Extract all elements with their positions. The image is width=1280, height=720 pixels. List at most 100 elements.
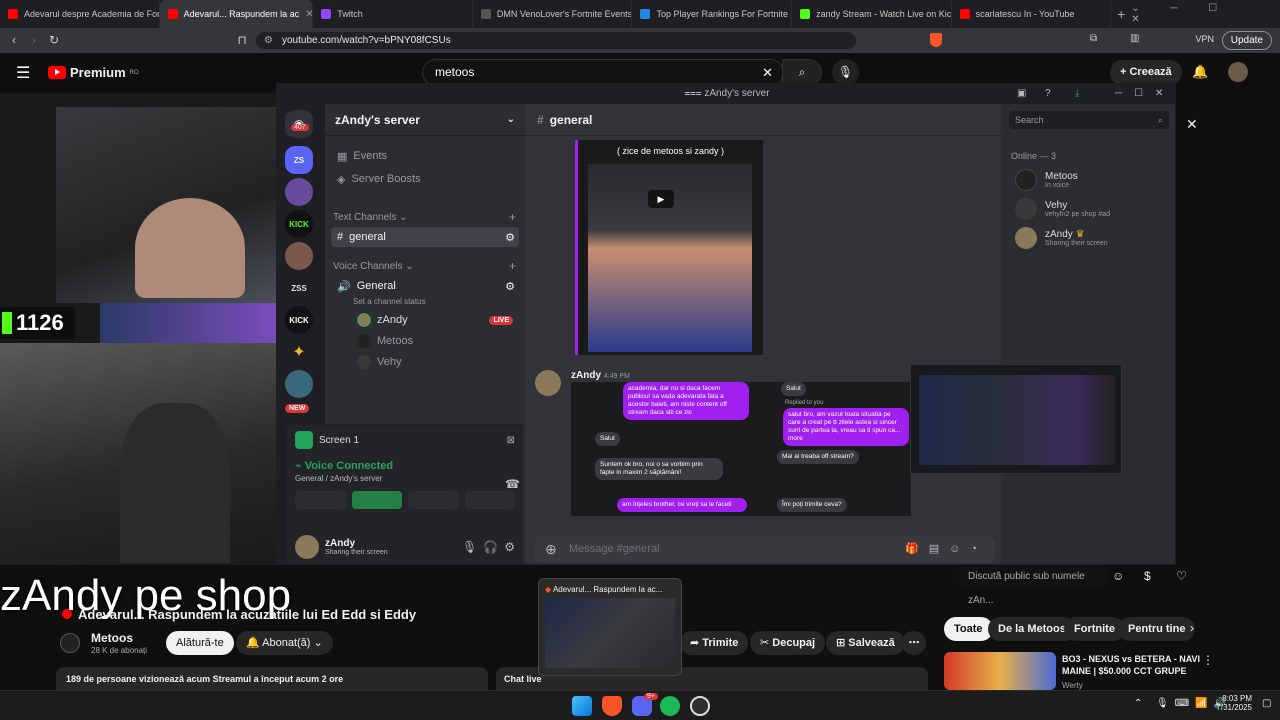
avatar[interactable] [1228, 62, 1248, 82]
attach-plus-icon[interactable]: ⊕ [545, 536, 557, 562]
server-kick-2[interactable]: KICK [285, 306, 313, 334]
add-voice-channel-icon[interactable]: + [509, 259, 516, 273]
channel-name[interactable]: Metoos [91, 631, 133, 645]
tab-5[interactable]: zandy Stream - Watch Live on Kick [792, 0, 952, 28]
recommendation-title[interactable]: BO3 - NEXUS vs BETERA - NAVI MAINE | $50… [1062, 653, 1202, 677]
share-button[interactable]: ➦ Trimite [680, 631, 749, 655]
search-button[interactable]: ⌕ [782, 59, 822, 86]
tab-1-active[interactable]: Adevarul... Raspundem la ac ✕ [159, 0, 314, 28]
voice-search-button[interactable]: 🎙 [832, 59, 859, 86]
screen-preview-popup[interactable] [910, 364, 1122, 474]
server-name-header[interactable]: zAndy's server ⌄ [325, 104, 525, 136]
subscribed-button[interactable]: 🔔 Abonat(ă) ⌄ [236, 631, 333, 655]
server-avatar-1[interactable] [285, 178, 313, 206]
tab-0[interactable]: Adevarul despre Academia de Fortn [0, 0, 160, 28]
close-icon[interactable]: ⊠ [507, 435, 515, 446]
server-star[interactable]: ✦ [285, 338, 313, 366]
tab-4[interactable]: Top Player Rankings For Fortnite - L [632, 0, 793, 28]
category-text-channels[interactable]: Text Channels ⌄ [333, 212, 408, 223]
spotify-icon[interactable] [660, 696, 680, 716]
share-screen-button[interactable] [351, 491, 402, 509]
forward-icon[interactable]: › [24, 33, 44, 47]
windows-start-icon[interactable] [572, 696, 592, 716]
filter-all[interactable]: Toate [944, 617, 993, 641]
server-avatar-2[interactable] [285, 242, 313, 270]
close-tab-icon[interactable]: ✕ [305, 9, 312, 20]
url-field[interactable]: ⚙ youtube.com/watch?v=bPNY08fCSUs [256, 32, 856, 49]
member-vehy[interactable]: Vehy vehyfn2 pe shop #ad [1015, 198, 1110, 220]
avatar[interactable] [535, 370, 561, 396]
discord-window[interactable]: ⩶ zAndy's server ▣ ? ⤓ ─☐✕ ◉ 407 ZS KICK… [276, 83, 1176, 565]
tray-chevron-icon[interactable]: ⌃ [1134, 698, 1142, 709]
video-player[interactable]: 1126 [0, 93, 276, 565]
inbox-icon[interactable]: ▣ [1017, 84, 1026, 104]
download-icon[interactable]: ⤓ [1075, 84, 1079, 104]
activity-button[interactable] [408, 491, 459, 509]
sidebar-icon[interactable]: ▥ [1130, 33, 1139, 44]
obs-icon[interactable] [690, 696, 710, 716]
mic-icon[interactable]: 🎙 [462, 540, 477, 554]
video-play-icon[interactable]: ▶ [648, 190, 674, 208]
filter-for-you[interactable]: Pentru tine [1118, 617, 1196, 641]
clear-search-icon[interactable]: ✕ [762, 60, 773, 85]
disconnect-icon[interactable]: ☎ [505, 477, 520, 491]
channel-avatar[interactable] [60, 633, 80, 653]
brave-icon[interactable] [602, 696, 622, 716]
youtube-logo[interactable]: Premium RO [48, 65, 139, 80]
voice-channel-general[interactable]: 🔊 General ⚙ [331, 276, 519, 296]
server-zss[interactable]: ZSS [285, 274, 313, 302]
notifications-icon[interactable]: 🔔 [1192, 64, 1208, 80]
boosts-link[interactable]: ◈ Server Boosts [331, 169, 519, 189]
create-button[interactable]: + Creează [1110, 60, 1182, 85]
tab-2[interactable]: Twitch [313, 0, 473, 28]
update-button[interactable]: Update [1221, 31, 1272, 50]
window-controls[interactable]: ⌄ ─ ☐ ✕ [1131, 3, 1280, 25]
taskbar-preview[interactable]: ◆ Adevarul... Raspundem la ac... [538, 578, 682, 676]
extensions-icon[interactable]: ⧉ [1090, 33, 1097, 44]
window-controls-discord[interactable]: ─☐✕ [1115, 84, 1175, 104]
server-kick-1[interactable]: KICK [285, 210, 313, 238]
chat-screenshot[interactable]: academia, dar nu si daca facem publicu! … [571, 382, 911, 516]
voice-location[interactable]: General / zAndy's server [287, 472, 523, 485]
bookmark-icon[interactable]: ⊓ [232, 33, 252, 47]
clip-button[interactable]: ✂ Decupaj [750, 631, 826, 655]
add-text-channel-icon[interactable]: + [509, 210, 516, 224]
camera-off-button[interactable] [295, 491, 346, 509]
member-zandy[interactable]: zAndy ♛ Sharing their screen [1015, 227, 1108, 249]
back-icon[interactable]: ‹ [4, 33, 24, 47]
live-chat-input[interactable]: Discută public sub numele zAn... [958, 565, 1108, 606]
message-input[interactable]: ⊕ Message #general 🎁▤☺◔ [535, 536, 995, 562]
site-info-icon[interactable]: ⚙ [264, 32, 273, 49]
tab-3[interactable]: DMN VenoLover's Fortnite Events [473, 0, 633, 28]
recommendation-thumbnail[interactable] [944, 652, 1056, 690]
channel-general[interactable]: # general ⚙ [331, 227, 519, 247]
join-button[interactable]: Alătură-te [166, 631, 234, 655]
search-input[interactable]: metoos ✕ [422, 59, 784, 86]
reload-icon[interactable]: ↻ [44, 33, 64, 47]
events-link[interactable]: ▦ Events [331, 146, 519, 166]
notification-center-icon[interactable]: ▢ [1262, 698, 1271, 709]
headphones-icon[interactable]: 🎧 [483, 540, 498, 554]
avatar[interactable] [295, 535, 319, 559]
heart-icon[interactable]: ♡ [1176, 569, 1187, 583]
member-metoos[interactable]: Metoos In voice [1015, 169, 1078, 191]
server-avatar-3[interactable] [285, 370, 313, 398]
channel-settings-icon[interactable]: ⚙ [505, 231, 519, 244]
brave-shield-icon[interactable] [930, 33, 942, 47]
chevron-right-icon[interactable]: › [1190, 621, 1194, 635]
input-tools-icons[interactable]: 🎁▤☺◔ [905, 536, 987, 562]
voice-user-metoos[interactable]: Metoos [351, 331, 519, 351]
category-voice-channels[interactable]: Voice Channels ⌄ [333, 261, 414, 272]
tab-6[interactable]: scarlatescu In - YouTube [952, 0, 1112, 28]
clock[interactable]: 8:03 PM 7/31/2025 [1210, 694, 1252, 712]
filter-from-channel[interactable]: De la Metoos [988, 617, 1076, 641]
search-input[interactable]: Search ⌕ [1009, 111, 1169, 129]
super-chat-icon[interactable]: $ [1144, 569, 1151, 583]
user-settings-icon[interactable]: ⚙ [504, 540, 515, 554]
voice-settings-icon[interactable]: ⚙ [505, 280, 519, 293]
voice-user-vehy[interactable]: Vehy [351, 352, 519, 372]
voice-user-zandy[interactable]: zAndy LIVE [351, 310, 519, 330]
server-zs[interactable]: ZS [285, 146, 313, 174]
vpn-button[interactable]: VPN [1195, 34, 1214, 44]
emoji-icon[interactable]: ☺ [1112, 569, 1124, 583]
